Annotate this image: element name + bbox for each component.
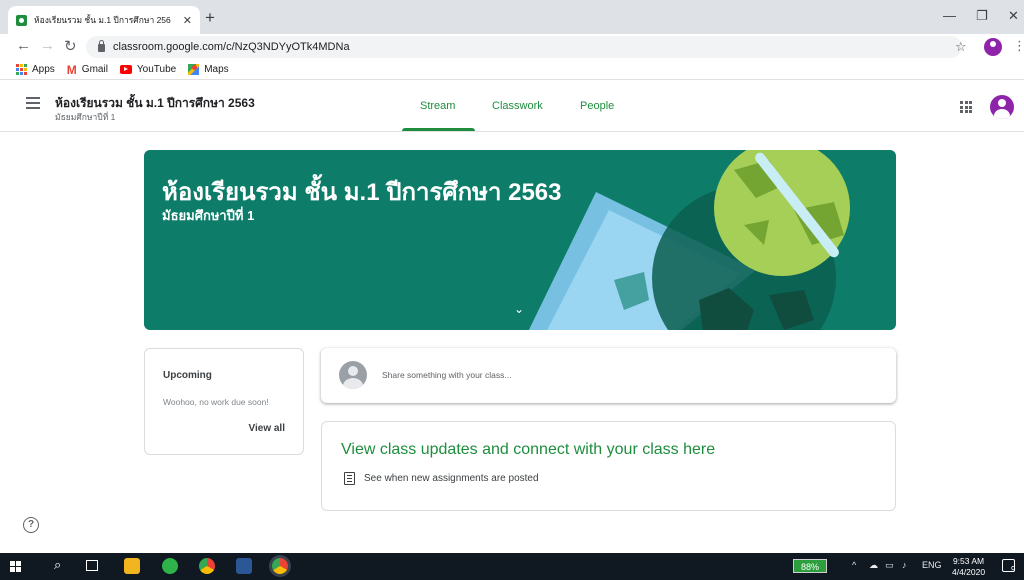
windows-start-icon[interactable] [10,561,21,572]
forward-arrow-icon[interactable]: → [40,37,55,54]
input-language[interactable]: ENG [922,560,942,570]
bookmarks-bar: Apps M Gmail YouTube Maps [0,60,1024,80]
back-arrow-icon[interactable]: ← [16,37,31,54]
volume-icon[interactable]: ♪ [902,560,907,570]
share-post-box[interactable]: Share something with your class... [321,348,896,403]
windows-taskbar: ⌕ 88% ^ ☁ ▭ ♪ ENG 9:53 AM 4/4/2020 9 [0,553,1024,580]
chrome-active-icon[interactable] [272,558,288,574]
assignment-icon [344,472,355,485]
lock-icon [98,40,105,52]
file-explorer-icon[interactable] [124,558,140,574]
chrome-icon[interactable] [199,558,215,574]
line-app-icon[interactable] [162,558,178,574]
clock-time: 9:53 AM [952,556,985,566]
maps-icon [188,64,200,75]
bookmark-youtube[interactable]: YouTube [119,64,177,75]
bookmark-label: YouTube [136,64,177,75]
class-section: มัธยมศึกษาปีที่ 1 [55,112,116,122]
word-icon[interactable] [236,558,252,574]
user-avatar [339,361,367,389]
address-bar[interactable]: classroom.google.com/c/NzQ3NDYyOTk4MDNa [86,36,962,58]
browser-menu-icon[interactable]: ⋮ [1013,38,1024,54]
help-icon[interactable]: ? [23,517,39,533]
tab-people[interactable]: People [580,100,614,112]
main-menu-icon[interactable] [26,97,40,112]
updates-title: View class updates and connect with your… [341,441,716,458]
reload-icon[interactable]: ↻ [64,37,77,55]
notification-count: 9 [1011,565,1016,574]
search-icon[interactable]: ⌕ [54,557,61,573]
tab-classwork[interactable]: Classwork [492,100,543,112]
account-avatar[interactable] [990,95,1014,119]
bookmark-label: Maps [204,64,229,75]
upcoming-message: Woohoo, no work due soon! [163,397,269,407]
browser-tab-strip: ห้องเรียนรวม ชั้น ม.1 ปีการศึกษา 256 ✕ +… [0,0,1024,34]
system-clock[interactable]: 9:53 AM 4/4/2020 [952,556,985,578]
close-window-button[interactable]: ✕ [1008,8,1019,24]
youtube-icon [119,65,132,74]
onedrive-icon[interactable]: ☁ [869,560,878,571]
bookmark-gmail[interactable]: M Gmail [67,63,108,77]
upcoming-card: Upcoming Woohoo, no work due soon! View … [144,348,304,455]
classroom-header: ห้องเรียนรวม ชั้น ม.1 ปีการศึกษา 2563 มั… [0,81,1024,132]
view-all-link[interactable]: View all [248,423,285,434]
tab-stream[interactable]: Stream [420,100,455,112]
gmail-icon: M [66,62,77,77]
upcoming-title: Upcoming [163,370,212,381]
new-tab-button[interactable]: + [205,8,215,28]
banner-subtitle: มัธยมศึกษาปีที่ 1 [162,208,255,223]
clock-date: 4/4/2020 [952,567,986,577]
class-updates-card: View class updates and connect with your… [321,421,896,511]
classroom-favicon-icon [16,14,27,26]
apps-grid-icon [16,64,27,75]
bookmark-apps[interactable]: Apps [16,64,55,75]
active-tab-indicator [402,128,475,131]
battery-indicator[interactable]: 88% [793,559,827,573]
bookmark-label: Gmail [81,64,108,75]
bookmark-star-icon[interactable]: ☆ [955,39,967,55]
class-banner: ห้องเรียนรวม ชั้น ม.1 ปีการศึกษา 2563 มั… [144,150,896,330]
tray-chevron-icon[interactable]: ^ [852,560,856,570]
restore-button[interactable]: ❐ [976,8,988,24]
task-view-icon[interactable] [86,560,98,571]
share-placeholder[interactable]: Share something with your class... [382,370,511,380]
bookmark-label: Apps [32,64,55,75]
bookmark-maps[interactable]: Maps [188,64,229,75]
chevron-down-icon[interactable]: ⌄ [514,302,524,316]
tab-title: ห้องเรียนรวม ชั้น ม.1 ปีการศึกษา 256 [34,15,171,25]
banner-geometry-art [528,150,850,330]
browser-tab[interactable]: ห้องเรียนรวม ชั้น ม.1 ปีการศึกษา 256 ✕ [8,6,200,34]
network-icon[interactable]: ▭ [885,560,894,571]
browser-toolbar: ← → ↻ classroom.google.com/c/NzQ3NDYyOTk… [0,34,1024,60]
browser-profile-avatar[interactable] [984,38,1002,56]
close-tab-icon[interactable]: ✕ [183,14,192,27]
google-apps-icon[interactable] [960,101,972,113]
updates-line: See when new assignments are posted [364,473,539,484]
url-text: classroom.google.com/c/NzQ3NDYyOTk4MDNa [113,41,350,53]
minimize-button[interactable]: — [943,8,956,23]
